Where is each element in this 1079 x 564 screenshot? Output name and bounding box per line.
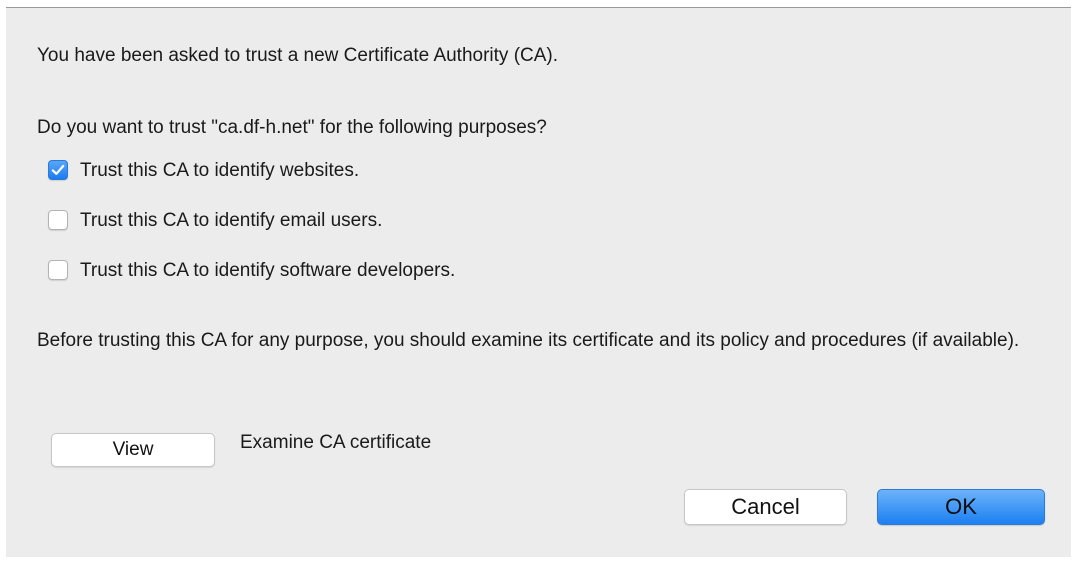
trust-ca-dialog: You have been asked to trust a new Certi… bbox=[6, 7, 1071, 557]
checkmark-icon bbox=[51, 164, 65, 175]
trust-websites-option[interactable]: Trust this CA to identify websites. bbox=[48, 156, 359, 184]
ok-button[interactable]: OK bbox=[877, 489, 1045, 525]
trust-software-developers-checkbox[interactable] bbox=[48, 260, 68, 280]
trust-email-users-checkbox[interactable] bbox=[48, 210, 68, 230]
advice-text: Before trusting this CA for any purpose,… bbox=[37, 330, 1020, 351]
trust-email-users-option[interactable]: Trust this CA to identify email users. bbox=[48, 206, 382, 234]
trust-question: Do you want to trust "ca.df-h.net" for t… bbox=[37, 117, 547, 138]
trust-websites-label: Trust this CA to identify websites. bbox=[80, 159, 360, 181]
trust-software-developers-label: Trust this CA to identify software devel… bbox=[80, 259, 456, 281]
view-certificate-button[interactable]: View bbox=[51, 433, 215, 467]
intro-text: You have been asked to trust a new Certi… bbox=[37, 45, 559, 66]
trust-email-users-label: Trust this CA to identify email users. bbox=[80, 209, 383, 231]
trust-software-developers-option[interactable]: Trust this CA to identify software devel… bbox=[48, 256, 455, 284]
examine-certificate-label: Examine CA certificate bbox=[240, 432, 432, 453]
cancel-button[interactable]: Cancel bbox=[684, 489, 847, 525]
trust-websites-checkbox[interactable] bbox=[48, 160, 68, 180]
